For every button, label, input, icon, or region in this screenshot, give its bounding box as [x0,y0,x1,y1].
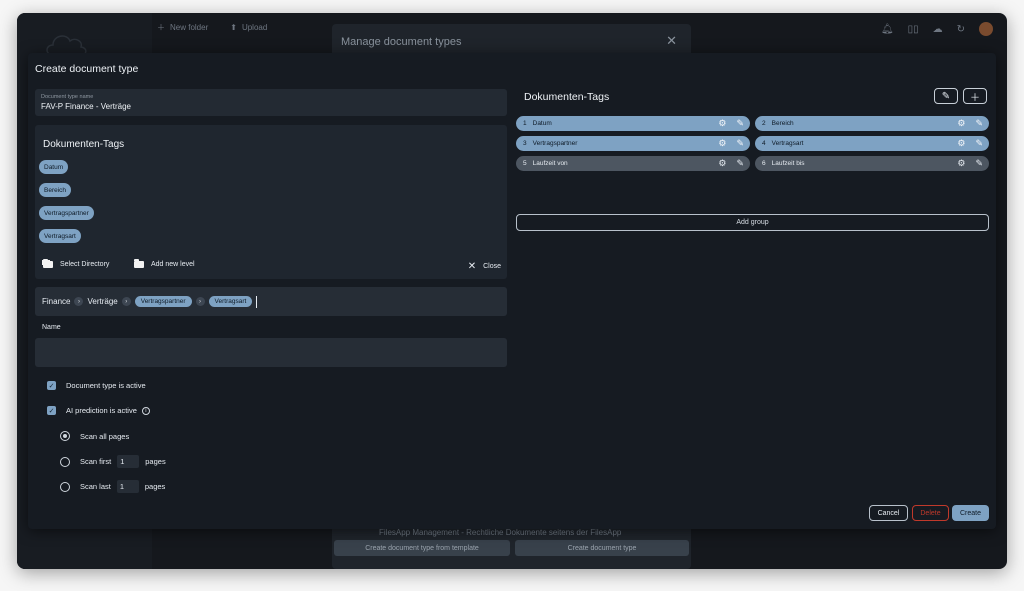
breadcrumb: Finance › Verträge › Vertragspartner › V… [35,287,507,316]
pencil-icon[interactable]: ✎ [736,158,744,169]
radio-icon[interactable] [60,481,70,492]
manage-dialog-title: Manage document types [341,36,462,48]
scan-last-radio-row[interactable]: Scan last 1 pages [60,480,165,493]
create-document-type-button[interactable]: Create document type [515,540,689,556]
gear-icon[interactable]: ⚙ [957,118,965,129]
document-type-name-field[interactable]: Document type name FAV-P Finance - Vertr… [35,89,507,116]
tags-panel-title: Dokumenten-Tags [43,139,125,150]
text-cursor [256,295,258,308]
delete-button[interactable]: Delete [912,505,949,521]
name-label: Name [42,324,61,331]
ai-prediction-checkbox-row[interactable]: ✓ AI prediction is active i [47,406,150,415]
cloud-icon[interactable]: ☁ [933,24,943,35]
right-panel-title: Dokumenten-Tags [524,91,610,103]
upload-button[interactable]: ⬆ Upload [230,22,267,33]
pencil-icon[interactable]: ✎ [736,138,744,149]
refresh-icon[interactable]: ↻ [957,24,965,35]
tag-pill[interactable]: Vertragsart [39,229,81,243]
avatar[interactable] [979,22,993,36]
background-toolbar: ＋ New folder ⬆ Upload [157,22,267,33]
scan-all-radio-row[interactable]: Scan all pages [60,431,129,441]
folders-icon [43,259,53,268]
pencil-icon: ✎ [941,90,951,102]
create-button[interactable]: Create [952,505,989,521]
tags-panel: Dokumenten-Tags Datum Bereich Vertragspa… [35,125,507,279]
list-item[interactable]: FilesApp Management - Rechtliche Dokumen… [379,528,621,537]
breadcrumb-pill[interactable]: Vertragsart [208,296,253,307]
close-button[interactable]: ✕ Close [468,261,501,272]
breadcrumb-segment[interactable]: Finance [42,297,70,306]
breadcrumb-segment[interactable]: Verträge [87,297,117,306]
scan-last-input[interactable]: 1 [116,480,139,493]
pencil-icon[interactable]: ✎ [975,118,983,129]
modal-title: Create document type [35,63,139,75]
gear-icon[interactable]: ⚙ [718,118,726,129]
cancel-button[interactable]: Cancel [869,505,908,521]
scan-first-radio-row[interactable]: Scan first 1 pages [60,455,166,468]
tag-group-item[interactable]: 1 Datum ⚙ ✎ [516,116,750,131]
gear-icon[interactable]: ⚙ [718,138,726,149]
chevron-right-icon: › [74,297,84,306]
pencil-icon[interactable]: ✎ [975,158,983,169]
bell-icon[interactable]: 🔔︎ [881,24,894,35]
select-directory-button[interactable]: Select Directory [43,259,109,268]
chevron-right-icon: › [195,297,205,306]
info-icon[interactable]: i [141,406,150,415]
breadcrumb-pill[interactable]: Vertragspartner [134,296,192,307]
scan-first-input[interactable]: 1 [117,455,140,468]
plus-icon: ＋ [970,92,980,104]
gear-icon[interactable]: ⚙ [718,158,726,169]
tag-group-item[interactable]: 4 Vertragsart ⚙ ✎ [755,136,989,151]
create-from-template-button[interactable]: Create document type from template [334,540,510,556]
edit-button[interactable]: ✎ [934,88,958,104]
new-folder-button[interactable]: ＋ New folder [157,22,208,33]
chevron-right-icon: › [121,297,131,306]
columns-icon[interactable]: ▯▯ [908,24,919,35]
checkbox-checked-icon[interactable]: ✓ [47,381,56,390]
tag-group-item[interactable]: 2 Bereich ⚙ ✎ [755,116,989,131]
upload-icon: ⬆ [230,23,237,32]
tag-group-item[interactable]: 6 Laufzeit bis ⚙ ✎ [755,156,989,171]
tag-pill[interactable]: Bereich [39,183,72,197]
plus-icon: ＋ [157,23,165,32]
field-value[interactable]: FAV-P Finance - Verträge [41,102,131,111]
active-checkbox-row[interactable]: ✓ Document type is active [47,381,146,390]
add-new-level-button[interactable]: Add new level [134,259,195,268]
tag-pill[interactable]: Datum [39,160,69,174]
gear-icon[interactable]: ⚙ [957,158,965,169]
radio-icon[interactable] [60,456,70,467]
tag-group-item[interactable]: 3 Vertragspartner ⚙ ✎ [516,136,750,151]
radio-selected-icon[interactable] [60,431,70,441]
checkbox-checked-icon[interactable]: ✓ [47,406,56,415]
folder-icon [134,259,144,268]
close-icon: ✕ [467,261,477,272]
close-icon[interactable]: ✕ [666,33,677,49]
field-label: Document type name [41,94,94,100]
header-icons: 🔔︎ ▯▯ ☁ ↻ [881,22,993,36]
name-input[interactable] [35,338,507,367]
tag-group-item[interactable]: 5 Laufzeit von ⚙ ✎ [516,156,750,171]
pencil-icon[interactable]: ✎ [975,138,983,149]
tag-pill[interactable]: Vertragspartner [39,206,94,220]
gear-icon[interactable]: ⚙ [957,138,965,149]
app-window: ＋ New folder ⬆ Upload 🔔︎ ▯▯ ☁ ↻ Manage doc… [17,13,1007,569]
add-group-button[interactable]: Add group [516,214,989,231]
pencil-icon[interactable]: ✎ [736,118,744,129]
create-document-type-modal: Create document type Document type name … [28,53,996,529]
add-button[interactable]: ＋ [963,88,987,104]
